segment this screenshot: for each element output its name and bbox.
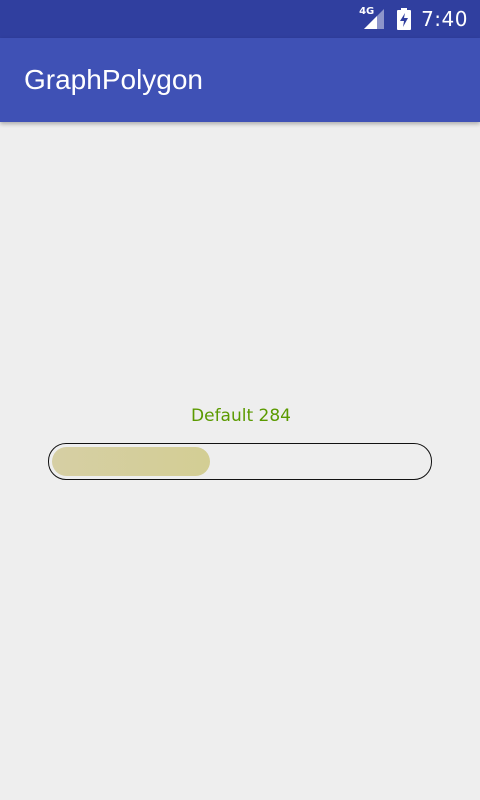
status-bar: 4G 7:40 — [0, 0, 480, 38]
signal-strength-icon — [364, 9, 385, 29]
battery-charging-icon — [397, 8, 412, 30]
status-clock: 7:40 — [421, 7, 468, 31]
progress-label: Default 284 — [191, 406, 291, 426]
status-icons: 4G 7:40 — [359, 0, 468, 38]
progress-fill — [52, 447, 210, 476]
progress-bar[interactable] — [48, 443, 432, 480]
app-title: GraphPolygon — [24, 64, 204, 95]
app-bar: GraphPolygon — [0, 38, 480, 122]
network-indicator: 4G — [359, 7, 387, 31]
